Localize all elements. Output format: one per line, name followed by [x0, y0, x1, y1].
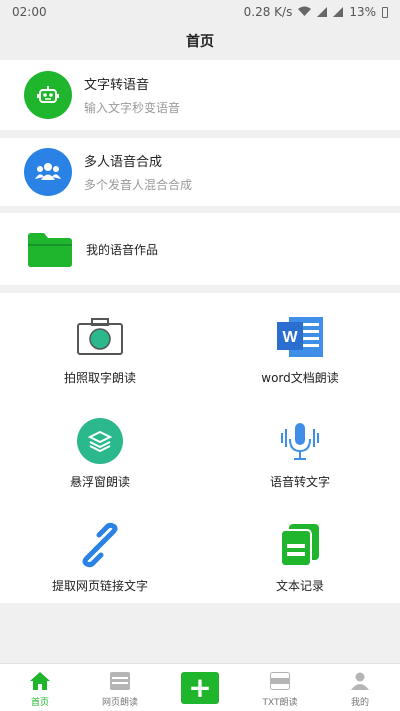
- tab-label: 我的: [350, 698, 369, 708]
- card-title: 文字转语音: [84, 78, 150, 93]
- signal-icon: [317, 7, 328, 17]
- text-to-speech-text: 文字转语音 输入文字秒变语音: [84, 74, 180, 116]
- tab-label: 网页朗读: [101, 698, 138, 708]
- signal-icon-2: [333, 7, 344, 17]
- wifi-icon: [298, 5, 312, 19]
- tab-label: TXT朗读: [262, 698, 298, 708]
- floating-window-read-button[interactable]: 悬浮窗朗读: [0, 397, 200, 497]
- tab-mine[interactable]: 我的: [320, 664, 400, 711]
- link-icon: [74, 519, 126, 571]
- card-title: 多人语音合成: [84, 155, 163, 170]
- card-subtitle: 多个发音人混合合成: [84, 178, 193, 192]
- page-title: 首页: [186, 34, 214, 50]
- add-button[interactable]: +: [181, 672, 219, 704]
- network-speed: 0.28 K/s: [243, 5, 293, 19]
- txt-icon: [269, 670, 291, 692]
- feature-label: 悬浮窗朗读: [69, 475, 130, 489]
- camera-icon: [74, 311, 126, 363]
- web-icon: [109, 670, 131, 692]
- feature-label: 语音转文字: [269, 475, 330, 489]
- bottom-tab-bar: 首页 网页朗读 + TXT朗读 我的: [0, 663, 400, 711]
- photo-read-button[interactable]: 拍照取字朗读: [0, 293, 200, 393]
- tab-home[interactable]: 首页: [0, 664, 80, 711]
- my-voice-works-card[interactable]: 我的语音作品: [0, 213, 400, 285]
- users-icon: [24, 148, 72, 196]
- text-to-speech-card[interactable]: 文字转语音 输入文字秒变语音: [0, 60, 400, 130]
- status-indicators: 0.28 K/s 13%: [244, 5, 388, 19]
- home-icon: [29, 670, 51, 692]
- my-voice-works-label: 我的语音作品: [86, 243, 159, 257]
- tab-label: 首页: [30, 698, 49, 708]
- folder-icon: [28, 233, 72, 271]
- feature-grid: 拍照取字朗读 W word文档朗读 悬浮窗朗读 语音转文字 提取网页链接文字 文…: [0, 293, 400, 603]
- app-bar: 首页: [0, 24, 400, 58]
- battery-text: 13%: [349, 5, 376, 19]
- card-subtitle: 输入文字秒变语音: [84, 101, 181, 115]
- extract-web-link-button[interactable]: 提取网页链接文字: [0, 501, 200, 601]
- add-icon: +: [188, 671, 212, 704]
- speech-to-text-button[interactable]: 语音转文字: [200, 397, 400, 497]
- microphone-icon: [274, 415, 326, 467]
- word-document-icon: W: [274, 311, 326, 363]
- feature-label: 拍照取字朗读: [63, 371, 136, 385]
- multi-voice-card[interactable]: 多人语音合成 多个发音人混合合成: [0, 138, 400, 206]
- feature-label: word文档朗读: [261, 371, 339, 385]
- status-bar: 02:00 0.28 K/s 13%: [0, 0, 400, 24]
- feature-label: 提取网页链接文字: [51, 579, 148, 593]
- svg-text:W: W: [282, 329, 298, 346]
- tab-txt-read[interactable]: TXT朗读: [240, 664, 320, 711]
- text-record-icon: [274, 519, 326, 571]
- tab-web-read[interactable]: 网页朗读: [80, 664, 160, 711]
- user-icon: [349, 670, 371, 692]
- text-record-button[interactable]: 文本记录: [200, 501, 400, 601]
- status-time: 02:00: [12, 5, 47, 19]
- robot-icon: [24, 71, 72, 119]
- battery-icon: [382, 6, 388, 18]
- feature-label: 文本记录: [275, 579, 324, 593]
- word-read-button[interactable]: W word文档朗读: [200, 293, 400, 393]
- layers-icon: [74, 415, 126, 467]
- multi-voice-text: 多人语音合成 多个发音人混合合成: [84, 151, 192, 193]
